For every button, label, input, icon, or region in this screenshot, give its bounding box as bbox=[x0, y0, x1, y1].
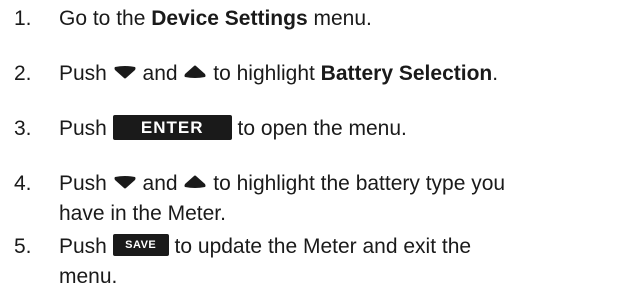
down-arrow-icon bbox=[113, 175, 137, 189]
step-number: 1. bbox=[14, 7, 32, 30]
menu-item-name: Battery Selection bbox=[320, 62, 493, 85]
save-button: SAVE bbox=[112, 234, 169, 257]
up-arrow-icon bbox=[183, 175, 207, 189]
menu-name: Device Settings bbox=[151, 7, 308, 30]
step-number: 2. bbox=[14, 62, 32, 85]
step-number: 3. bbox=[14, 117, 32, 140]
step-text: Go to the Device Settings menu. bbox=[59, 7, 372, 30]
step-text-line-2: have in the Meter. bbox=[59, 202, 226, 225]
step-number: 4. bbox=[14, 172, 32, 195]
step-text: Push and to highlight the battery type y… bbox=[59, 169, 594, 229]
enter-button: ENTER bbox=[112, 114, 232, 140]
up-arrow-icon bbox=[183, 65, 207, 79]
instruction-steps: 1. Go to the Device Settings menu. 2. Pu… bbox=[0, 0, 624, 288]
step-text-line-2: menu. bbox=[59, 265, 118, 288]
step-text: Push SAVE to update the Meter and exit t… bbox=[59, 232, 594, 292]
step-number: 5. bbox=[14, 235, 32, 258]
down-arrow-icon bbox=[113, 65, 137, 79]
step-text: Push ENTER to open the menu. bbox=[59, 114, 594, 144]
step-text: Push and to highlight Battery Selection. bbox=[59, 62, 499, 85]
